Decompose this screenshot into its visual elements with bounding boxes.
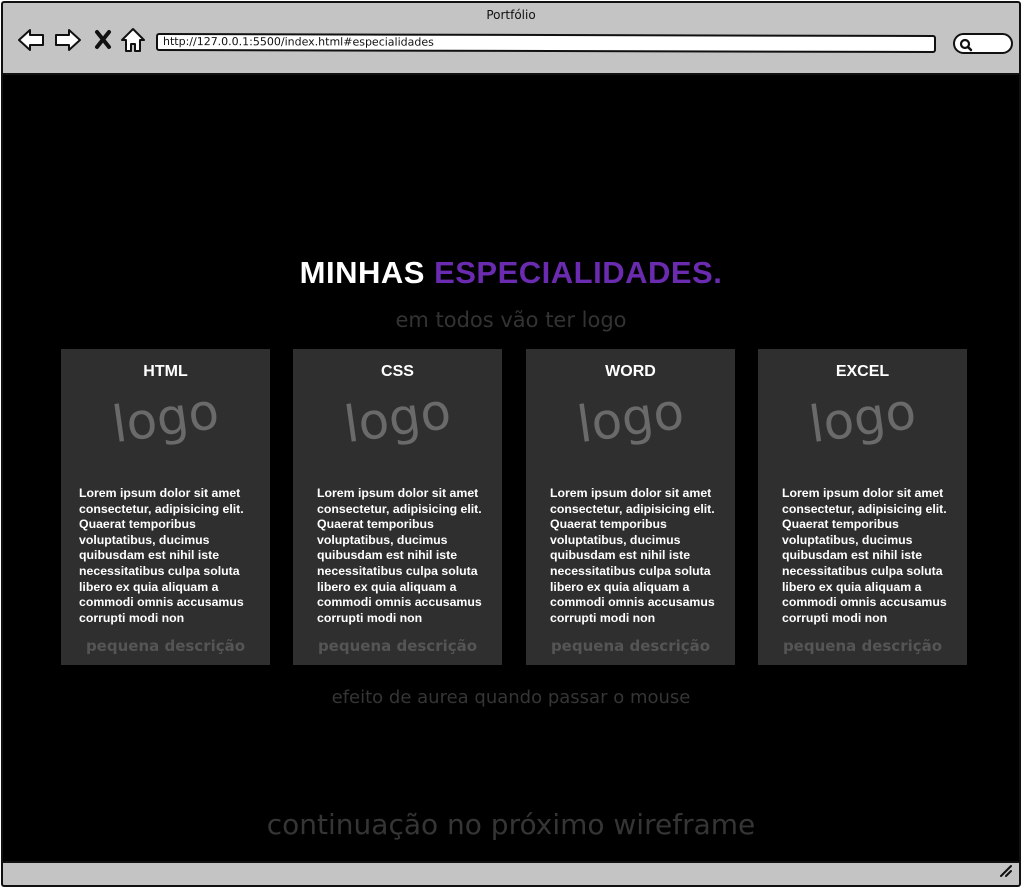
- continuation-note: continuação no próximo wireframe: [266, 808, 756, 841]
- close-x-icon[interactable]: [93, 27, 113, 53]
- window-title: Portfólio: [486, 8, 536, 22]
- section-title-part1: MINHAS: [299, 255, 425, 290]
- hover-effect-note: efeito de aurea quando passar o mouse: [331, 687, 691, 708]
- home-icon[interactable]: [119, 27, 147, 53]
- card-text: Lorem ipsum dolor sit amet consectetur, …: [782, 486, 947, 625]
- card-description: pequena descrição: [317, 637, 478, 655]
- logo-placeholder: logo: [805, 381, 920, 455]
- card-text: Lorem ipsum dolor sit amet consectetur, …: [79, 486, 244, 625]
- search-icon: [959, 38, 973, 52]
- search-field[interactable]: [953, 33, 1013, 54]
- logo-placeholder: logo: [108, 381, 223, 455]
- resize-grip-icon[interactable]: [999, 863, 1013, 882]
- back-arrow-icon[interactable]: [17, 27, 45, 53]
- logo-placeholder: logo: [340, 381, 455, 455]
- forward-arrow-icon[interactable]: [54, 27, 82, 53]
- card-description: pequena descrição: [85, 637, 246, 655]
- specialty-card-html[interactable]: HTML logo Lorem ipsum dolor sit amet con…: [61, 349, 270, 665]
- card-text: Lorem ipsum dolor sit amet consectetur, …: [550, 486, 715, 625]
- section-title: MINHAS ESPECIALIDADES.: [3, 255, 1019, 291]
- card-description: pequena descrição: [550, 637, 711, 655]
- url-bar[interactable]: http://127.0.0.1:5500/index.html#especia…: [155, 32, 937, 54]
- browser-window: Portfólio http://127.0.0.1:5500/index.ht…: [1, 1, 1021, 887]
- section-title-part2: ESPECIALIDADES.: [434, 255, 723, 290]
- specialties-section: MINHAS ESPECIALIDADES. em todos vão ter …: [3, 75, 1019, 865]
- card-description: pequena descrição: [782, 637, 943, 655]
- specialty-cards: HTML logo Lorem ipsum dolor sit amet con…: [61, 349, 971, 667]
- specialty-card-word[interactable]: WORD logo Lorem ipsum dolor sit amet con…: [526, 349, 735, 665]
- section-subtitle: em todos vão ter logo: [395, 308, 627, 332]
- specialty-card-css[interactable]: CSS logo Lorem ipsum dolor sit amet cons…: [293, 349, 502, 665]
- status-bar: [3, 861, 1019, 885]
- card-text: Lorem ipsum dolor sit amet consectetur, …: [317, 486, 482, 625]
- specialty-card-excel[interactable]: EXCEL logo Lorem ipsum dolor sit amet co…: [758, 349, 967, 665]
- browser-toolbar: Portfólio http://127.0.0.1:5500/index.ht…: [3, 3, 1019, 75]
- logo-placeholder: logo: [573, 381, 688, 455]
